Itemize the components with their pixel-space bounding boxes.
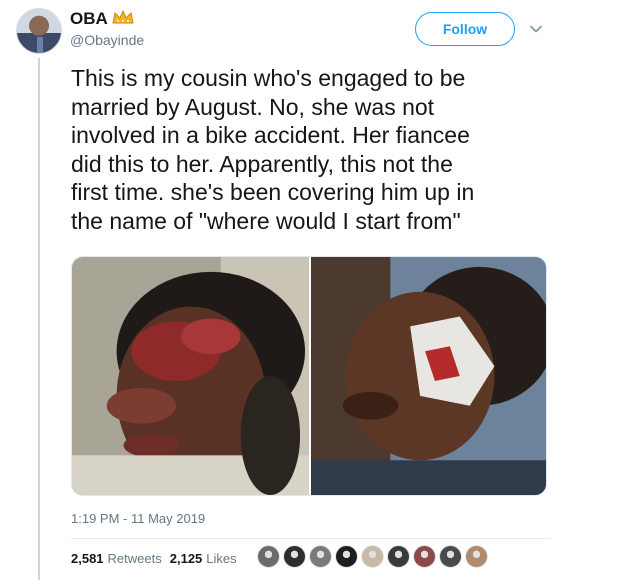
liker-avatar[interactable]: [309, 545, 332, 568]
likes-label: Likes: [206, 551, 237, 566]
retweets-stat[interactable]: 2,581 Retweets: [71, 551, 162, 566]
likers-avatars: [257, 545, 488, 568]
avatar-tie: [37, 37, 43, 53]
thread-line: [38, 58, 40, 580]
chevron-down-icon[interactable]: [529, 22, 543, 36]
liker-avatar[interactable]: [439, 545, 462, 568]
liker-avatar[interactable]: [257, 545, 280, 568]
retweets-count: 2,581: [71, 551, 104, 566]
liker-avatar[interactable]: [465, 545, 488, 568]
tweet-photo-1[interactable]: [72, 257, 309, 495]
liker-avatar[interactable]: [387, 545, 410, 568]
likes-count: 2,125: [169, 551, 203, 566]
tweet-timestamp[interactable]: 1:19 PM - 11 May 2019: [71, 511, 205, 526]
tweet-photo-2[interactable]: [310, 257, 546, 495]
liker-avatar[interactable]: [361, 545, 384, 568]
liker-avatar[interactable]: [283, 545, 306, 568]
photo-woman-bandaged-face: [310, 257, 546, 495]
avatar[interactable]: [16, 8, 62, 54]
photo-woman-injured-face: [72, 257, 309, 495]
crown-icon: [112, 9, 134, 24]
liker-avatar[interactable]: [413, 545, 436, 568]
tweet-text: This is my cousin who's engaged to be ma…: [71, 65, 475, 234]
follow-button[interactable]: Follow: [415, 12, 515, 46]
tweet-media[interactable]: [71, 256, 547, 496]
divider: [71, 538, 551, 539]
liker-avatar[interactable]: [335, 545, 358, 568]
tweet-stats: 2,581 Retweets 2,125 Likes: [71, 551, 237, 566]
likes-stat[interactable]: 2,125 Likes: [170, 551, 237, 566]
user-handle[interactable]: @Obayinde: [70, 32, 144, 48]
retweets-label: Retweets: [107, 551, 162, 566]
user-name[interactable]: OBA: [70, 9, 108, 29]
